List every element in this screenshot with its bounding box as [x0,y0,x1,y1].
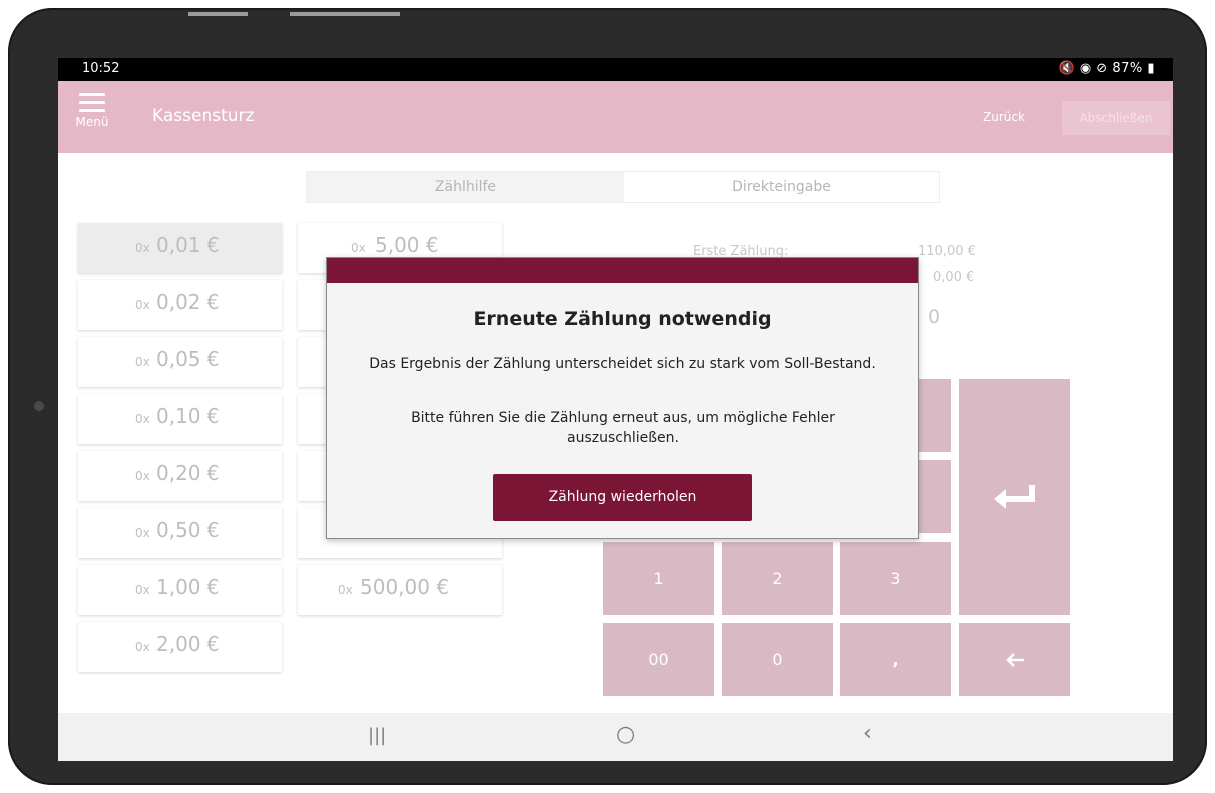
denomination-value: 5,00 € [375,233,439,257]
hamburger-icon [79,93,105,112]
denomination-value: 0,05 € [156,347,220,371]
denomination-tile[interactable]: 0x 0,02 € [78,280,282,330]
denomination-tile[interactable]: 0x 0,50 € [78,508,282,558]
app-bar: Menü Kassensturz Zurück Abschließen [58,81,1173,153]
key-2[interactable]: 2 [722,542,833,615]
menu-button[interactable]: Menü [70,87,114,143]
denomination-count: 0x [135,526,150,540]
status-icons: 🔇 ◉ ⊘ 87% ▮ [1058,61,1155,76]
repeat-count-button[interactable]: Zählung wiederholen [493,474,752,521]
key-comma[interactable]: , [840,623,951,696]
backspace-button[interactable] [959,623,1070,696]
dialog-message: Bitte führen Sie die Zählung erneut aus,… [411,410,835,446]
nav-back-button[interactable]: ‹ [863,721,872,746]
dialog-title: Erneute Zählung notwendig [473,308,772,330]
denomination-count: 0x [338,583,353,597]
dialog-message: Das Ergebnis der Zählung unterscheidet s… [369,356,876,372]
denomination-count: 0x [135,298,150,312]
system-nav-bar: ||| ○ ‹ [58,713,1173,761]
camera [34,401,44,411]
denomination-count: 0x [135,241,150,255]
recents-button[interactable]: ||| [368,725,386,746]
denomination-tile[interactable]: 0x 0,20 € [78,451,282,501]
tablet-frame: 10:52 🔇 ◉ ⊘ 87% ▮ Menü Kassensturz Zurüc… [8,8,1207,785]
denomination-count: 0x [135,469,150,483]
denomination-value: 0,02 € [156,290,220,314]
denomination-count: 0x [135,583,150,597]
denomination-value: 0,01 € [156,233,220,257]
denomination-tile[interactable]: 0x 0,01 € [78,223,282,273]
enter-button[interactable] [959,379,1070,615]
denomination-tile[interactable]: 0x 0,05 € [78,337,282,387]
denomination-tile[interactable]: 0x 500,00 € [298,565,502,615]
tab-direkteingabe[interactable]: Direkteingabe [624,172,939,202]
dialog-header-bar [327,258,918,283]
second-count-value: 0,00 € [933,270,975,285]
tab-zaehlhilfe[interactable]: Zählhilfe [307,172,624,202]
back-button[interactable]: Zurück [983,110,1025,124]
status-bar: 10:52 🔇 ◉ ⊘ 87% ▮ [58,58,1173,81]
enter-icon [994,485,1035,509]
denomination-value: 0,10 € [156,404,220,428]
key-3[interactable]: 3 [840,542,951,615]
hardware-button [290,12,400,16]
denomination-value: 500,00 € [360,575,450,599]
menu-label: Menü [75,115,109,129]
key-00[interactable]: 00 [603,623,714,696]
denomination-value: 1,00 € [156,575,220,599]
denomination-count: 0x [135,412,150,426]
arrow-left-icon [1006,653,1024,667]
denomination-value: 2,00 € [156,632,220,656]
finish-button[interactable]: Abschließen [1062,101,1170,135]
mode-tabs: Zählhilfe Direkteingabe [306,171,940,203]
key-0[interactable]: 0 [722,623,833,696]
denomination-tile[interactable]: 0x 1,00 € [78,565,282,615]
denomination-tile[interactable]: 0x 0,10 € [78,394,282,444]
page-title: Kassensturz [152,106,255,126]
denomination-tile[interactable]: 0x 2,00 € [78,622,282,672]
recount-dialog: Erneute Zählung notwendig Das Ergebnis d… [326,257,919,539]
denomination-value: 0,20 € [156,461,220,485]
status-time: 10:52 [82,61,120,76]
first-count-value: 110,00 € [918,244,976,259]
key-1[interactable]: 1 [603,542,714,615]
input-display: 0 [928,306,941,328]
screen: 10:52 🔇 ◉ ⊘ 87% ▮ Menü Kassensturz Zurüc… [58,58,1173,761]
hardware-button [188,12,248,16]
denomination-count: 0x [135,640,150,654]
home-button[interactable]: ○ [616,722,635,747]
denomination-count: 0x [351,241,366,255]
denomination-value: 0,50 € [156,518,220,542]
denomination-count: 0x [135,355,150,369]
